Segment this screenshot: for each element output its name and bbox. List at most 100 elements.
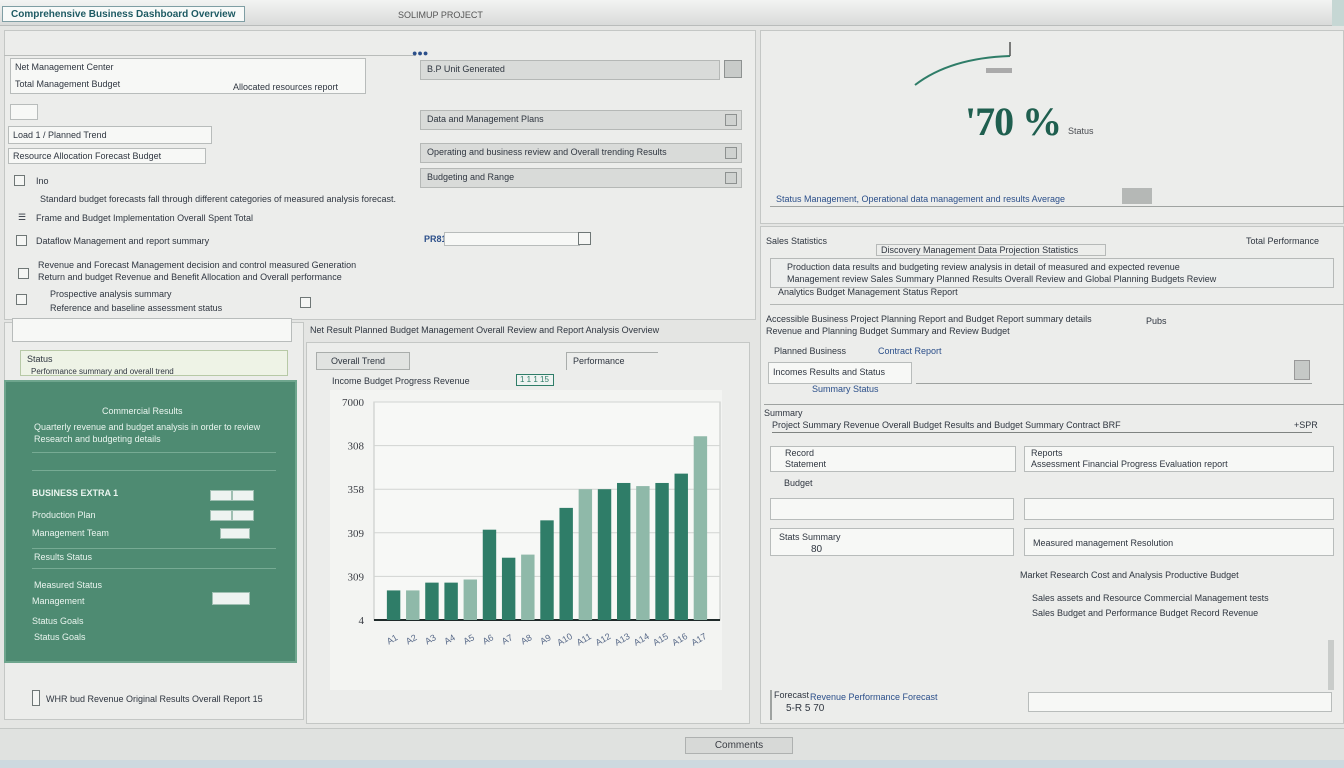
left-small-input[interactable] [10,104,38,120]
green-badge-5[interactable] [220,528,250,539]
tab-performance[interactable]: Performance [566,352,658,370]
left-line-4: Revenue and Forecast Management decision… [38,260,357,270]
window-title-tab[interactable]: Comprehensive Business Dashboard Overvie… [2,6,245,22]
checkbox-2[interactable] [16,235,27,246]
green-row-8: Status Goals [34,632,86,642]
right-bottom-input[interactable] [1028,692,1332,712]
status-box-title: Status [27,354,53,364]
comments-button[interactable]: Comments [685,737,793,754]
left-field-2-note: Allocated resources report [233,82,339,92]
x-tick-label: A11 [575,631,593,647]
mid-field-1-button[interactable] [724,60,742,78]
section-indicator: ●●● [412,48,429,58]
x-tick-label: A10 [555,631,574,648]
right-bottom-link[interactable]: Revenue Performance Forecast [810,692,938,702]
bar [616,482,631,620]
left-field-3[interactable]: Load 1 / Planned Trend [8,126,212,144]
bar [540,520,554,620]
mid-field-4-toggle[interactable] [725,172,737,184]
left-line-2: Frame and Budget Implementation Overall … [36,213,253,223]
chart-top-text: Net Result Planned Budget Management Ove… [310,325,660,335]
title-bar: Comprehensive Business Dashboard Overvie… [0,0,1344,26]
checkbox-4[interactable] [16,294,27,305]
green-line-1: Quarterly revenue and budget analysis in… [34,422,261,432]
left-field-2-label: Total Management Budget [15,79,121,89]
checkbox-1[interactable] [14,175,25,186]
green-badge-6[interactable] [212,592,250,605]
bar [693,436,708,620]
checkbox-3[interactable] [18,268,29,279]
mid-value-checkbox[interactable] [578,232,591,245]
x-tick-label: A14 [632,631,651,648]
left-line-3: Dataflow Management and report summary [36,236,210,246]
green-badge-3[interactable] [210,510,232,521]
right-para-3: Analytics Budget Management Status Repor… [778,287,958,297]
mid-field-1[interactable]: B.P Unit Generated [420,60,720,80]
x-tick-label: A12 [594,631,613,648]
x-tick-label: A7 [500,632,515,646]
green-row-2: Production Plan [32,510,96,520]
bar [597,489,612,620]
mid-field-4[interactable]: Budgeting and Range [420,168,742,188]
right-scrollbar[interactable] [1328,640,1334,690]
x-tick-label: A5 [462,632,477,646]
reports-field[interactable]: Reports Assessment Financial Progress Ev… [1024,446,1334,472]
mid-field-3[interactable]: Operating and business review and Overal… [420,143,742,163]
checkbox-1-label: Ino [36,176,49,186]
x-tick-label: A15 [651,631,670,648]
stats-field-value: 80 [811,544,823,555]
bar [386,590,401,620]
right-section-2-left: Planned Business [774,346,847,356]
menu-icon[interactable]: ☰ [18,212,26,223]
bar [521,554,535,620]
x-tick-label: A8 [519,632,534,646]
green-badge-1[interactable] [210,490,232,501]
mid-field-2-text: Data and Management Plans [427,114,544,124]
right-section-2-field[interactable]: Incomes Results and Status [768,362,912,384]
y-tick-label: 4 [359,615,365,627]
right-subheader: Discovery Management Data Projection Sta… [881,245,1079,255]
tab-overall-trend[interactable]: Overall Trend [316,352,410,370]
stats-field-label: Stats Summary [779,532,841,542]
mid-field-2[interactable]: Data and Management Plans [420,110,742,130]
mid-field-3-toggle[interactable] [725,147,737,159]
chart-legend-badge-text: 1 1 1 15 [520,375,549,384]
right-section-2-button[interactable] [1294,360,1310,380]
right-bottom-value: 5-R 5 70 [786,703,825,714]
left-field-4-text: Resource Allocation Forecast Budget [13,151,162,161]
green-divider-2 [32,470,276,471]
mid-value-input[interactable] [444,232,580,246]
tab-overall-trend-label: Overall Trend [331,356,386,366]
right-section-2-right-link[interactable]: Contract Report [878,346,942,356]
left-bottom-input[interactable] [12,318,292,342]
right-section-2-note: Summary Status [812,384,879,394]
bar [636,486,650,620]
right-header-left: Sales Statistics [766,236,828,246]
footer-checkbox[interactable] [32,690,40,706]
x-tick-label: A13 [613,631,632,648]
left-field-1[interactable]: Net Management Center Total Management B… [10,58,366,94]
left-field-4[interactable]: Resource Allocation Forecast Budget [8,148,206,164]
right-header-right: Total Performance [1246,236,1320,246]
stats-field[interactable]: Stats Summary 80 [770,528,1014,556]
bar-chart: 4 309 309 358 308 7000 A1 A2 A3 A4 A5 A6 A7 A8 A9 A10 A1… [330,390,722,690]
right-divider-4 [772,432,1312,433]
green-badge-4[interactable] [232,510,254,521]
y-tick-label: 308 [348,441,365,453]
green-badge-2[interactable] [232,490,254,501]
left-form-header-rule [4,44,416,56]
bar [406,590,420,620]
chart-legend-badge: 1 1 1 15 [516,374,554,386]
record-field[interactable]: Record Statement [770,446,1016,472]
green-title: Commercial Results [102,406,183,416]
mid-field-3-text: Operating and business review and Overal… [427,147,667,157]
checkbox-5[interactable] [300,297,311,308]
mid-field-2-toggle[interactable] [725,114,737,126]
gauge-value: '70 % [965,99,1062,144]
budget-input-right[interactable] [1024,498,1334,520]
budget-input-left[interactable] [770,498,1014,520]
resolution-field[interactable]: Measured management Resolution [1024,528,1334,556]
y-tick-label: 358 [348,484,365,496]
reports-field-head: Reports [1031,448,1063,458]
right-subheader-box: Discovery Management Data Projection Sta… [876,244,1106,256]
